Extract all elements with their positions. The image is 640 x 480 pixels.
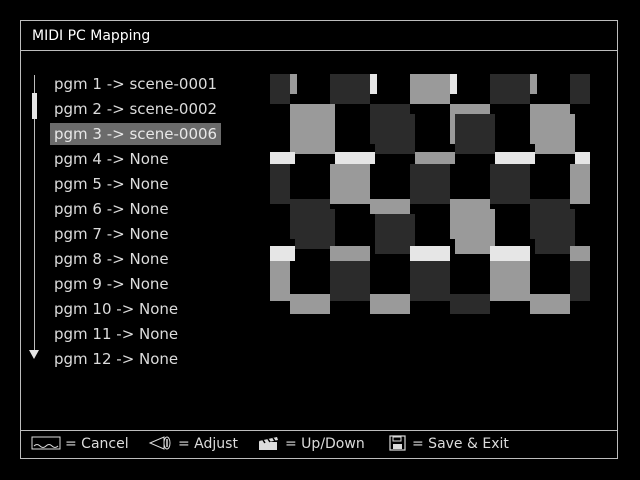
hint-adjust: = Adjust <box>148 435 238 452</box>
preview-tile <box>270 74 290 104</box>
mapping-list-item[interactable]: pgm 5 -> None <box>50 172 221 197</box>
mapping-list-item[interactable]: pgm 7 -> None <box>50 222 221 247</box>
preview-tile <box>270 164 290 204</box>
preview-tile <box>450 294 490 314</box>
preview-tile <box>530 74 537 94</box>
scene-preview <box>270 74 590 314</box>
preview-tile <box>570 74 590 104</box>
preview-tile <box>415 152 455 164</box>
preview-tile <box>490 74 530 104</box>
preview-tile <box>535 114 575 154</box>
mapping-list-item[interactable]: pgm 2 -> scene-0002 <box>50 97 221 122</box>
preview-tile <box>290 104 335 154</box>
preview-tile <box>490 164 530 204</box>
preview-tile <box>450 74 457 94</box>
preview-tile <box>455 114 495 154</box>
preview-tile <box>530 294 570 314</box>
dialog-title: MIDI PC Mapping <box>32 28 151 44</box>
preview-tile <box>290 294 330 314</box>
mapping-list-item[interactable]: pgm 3 -> scene-0006 <box>50 123 222 145</box>
preview-tile <box>335 152 375 164</box>
footer-hints: = Cancel = Adjust = Up/Down = Save & Exi… <box>20 430 618 459</box>
mapping-list-item[interactable]: pgm 10 -> None <box>50 297 221 322</box>
clapper-icon <box>259 437 278 450</box>
preview-tile <box>270 246 295 261</box>
preview-tile <box>330 164 370 204</box>
cancel-button-icon <box>31 436 61 450</box>
knob-icon <box>148 436 171 450</box>
preview-tile <box>370 199 410 214</box>
preview-tile <box>410 246 450 261</box>
preview-tile <box>490 246 530 261</box>
preview-tile <box>330 74 370 104</box>
scrollbar-thumb[interactable] <box>32 93 37 119</box>
preview-tile <box>410 261 450 301</box>
preview-tile <box>490 261 530 301</box>
scroll-down-arrow-icon[interactable] <box>29 350 39 359</box>
preview-tile <box>410 164 450 204</box>
preview-tile <box>370 74 377 94</box>
preview-tile <box>270 261 290 301</box>
preview-tile <box>330 261 370 301</box>
mapping-list-item[interactable]: pgm 8 -> None <box>50 247 221 272</box>
preview-tile <box>455 209 495 254</box>
preview-tile <box>535 209 575 254</box>
mapping-list: pgm 1 -> scene-0001 pgm 2 -> scene-0002 pg… <box>50 72 222 372</box>
preview-tile <box>575 152 590 164</box>
preview-tile <box>375 214 415 254</box>
mapping-list-item[interactable]: pgm 11 -> None <box>50 322 221 347</box>
hint-cancel: = Cancel <box>31 435 129 452</box>
preview-tile <box>290 74 297 94</box>
preview-tile <box>330 246 370 261</box>
save-floppy-icon <box>389 435 406 451</box>
preview-tile <box>370 294 410 314</box>
title-bar: MIDI PC Mapping <box>21 21 617 51</box>
preview-tile <box>570 164 590 204</box>
preview-tile <box>570 246 590 261</box>
hint-save: = Save & Exit <box>388 435 509 452</box>
preview-tile <box>495 152 535 164</box>
preview-tile <box>295 209 335 249</box>
mapping-list-item[interactable]: pgm 9 -> None <box>50 272 221 297</box>
preview-tile <box>270 152 295 164</box>
mapping-list-item[interactable]: pgm 4 -> None <box>50 147 221 172</box>
mapping-list-item[interactable]: pgm 6 -> None <box>50 197 221 222</box>
mapping-list-item[interactable]: pgm 1 -> scene-0001 <box>50 72 221 97</box>
hint-updown: = Up/Down <box>257 435 365 452</box>
preview-tile <box>570 261 590 301</box>
mapping-list-item[interactable]: pgm 12 -> None <box>50 347 221 372</box>
preview-tile <box>410 74 450 104</box>
preview-tile <box>375 114 415 154</box>
